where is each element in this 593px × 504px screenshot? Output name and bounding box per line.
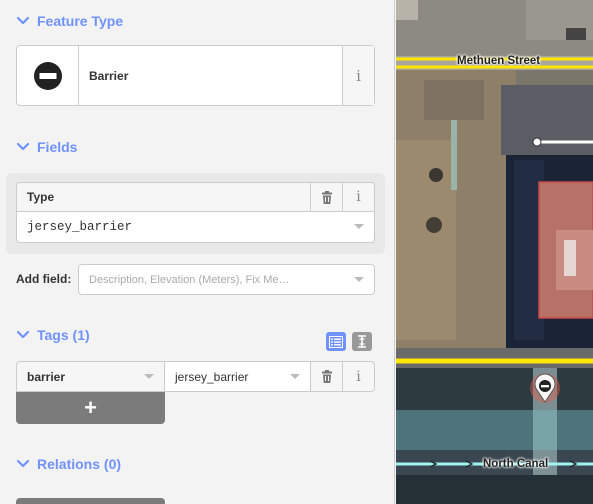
list-view-button[interactable] [326,332,346,351]
inspector-panel: Feature Type Barrier i Fields Type i jer… [0,0,395,504]
dropdown-caret-icon[interactable] [144,373,154,379]
relations-heading: Relations (0) [37,456,122,472]
remove-tag-button[interactable] [311,361,343,392]
type-field: Type i jersey_barrier [16,182,375,243]
feature-type-toggle[interactable]: Feature Type [16,10,123,32]
tags-heading: Tags (1) [37,327,90,343]
preset-name: Barrier [89,68,129,83]
tag-row: barrier jersey_barrier i [16,361,375,392]
add-tag-button[interactable]: + [16,392,165,424]
street-label-north-canal: North Canal [483,458,549,470]
dropdown-caret-icon[interactable] [354,276,364,282]
add-field-label: Add field: [16,272,72,286]
feature-type-heading: Feature Type [37,13,124,29]
tag-view-switcher [326,332,372,351]
type-field-header: Type i [16,182,375,212]
street-label-methuen: Methuen Street [457,55,541,67]
text-view-icon [358,335,366,348]
tag-value-value: jersey_barrier [175,369,249,384]
relations-toggle[interactable]: Relations (0) [16,453,121,475]
plus-icon: + [84,395,97,420]
tags-toggle[interactable]: Tags (1) [16,324,90,346]
chevron-down-icon [16,140,30,154]
type-combo-value: jersey_barrier [27,220,133,234]
chevron-down-icon [16,328,30,342]
barrier-icon [17,46,79,105]
add-field-input[interactable]: Description, Elevation (Meters), Fix Me… [78,264,375,295]
text-view-button[interactable] [352,332,372,351]
add-relation-button[interactable] [16,498,165,504]
info-icon: i [356,66,361,85]
info-icon: i [356,368,361,385]
field-info-button[interactable]: i [342,183,374,211]
fields-heading: Fields [37,139,78,155]
add-field-placeholder: Description, Elevation (Meters), Fix Me… [89,273,290,286]
trash-icon [321,190,332,204]
chevron-down-icon [16,457,30,471]
list-view-icon [329,335,343,348]
type-combo-input[interactable]: jersey_barrier [16,212,375,243]
preset-selector[interactable]: Barrier i [16,45,375,106]
chevron-down-icon [16,14,30,28]
tag-value-input[interactable]: jersey_barrier [165,361,311,392]
map-view[interactable]: Methuen Street North Canal [396,0,593,504]
tag-info-button[interactable]: i [343,361,375,392]
remove-field-button[interactable] [310,183,342,211]
preset-info-button[interactable]: i [342,46,374,105]
dropdown-caret-icon[interactable] [354,224,364,229]
fields-toggle[interactable]: Fields [16,136,77,158]
info-icon: i [356,189,361,205]
tag-key-value: barrier [27,369,66,384]
aerial-imagery [396,0,593,504]
dropdown-caret-icon[interactable] [290,373,300,379]
tag-key-input[interactable]: barrier [16,361,165,392]
trash-icon [321,370,332,383]
type-field-label: Type [27,190,55,204]
